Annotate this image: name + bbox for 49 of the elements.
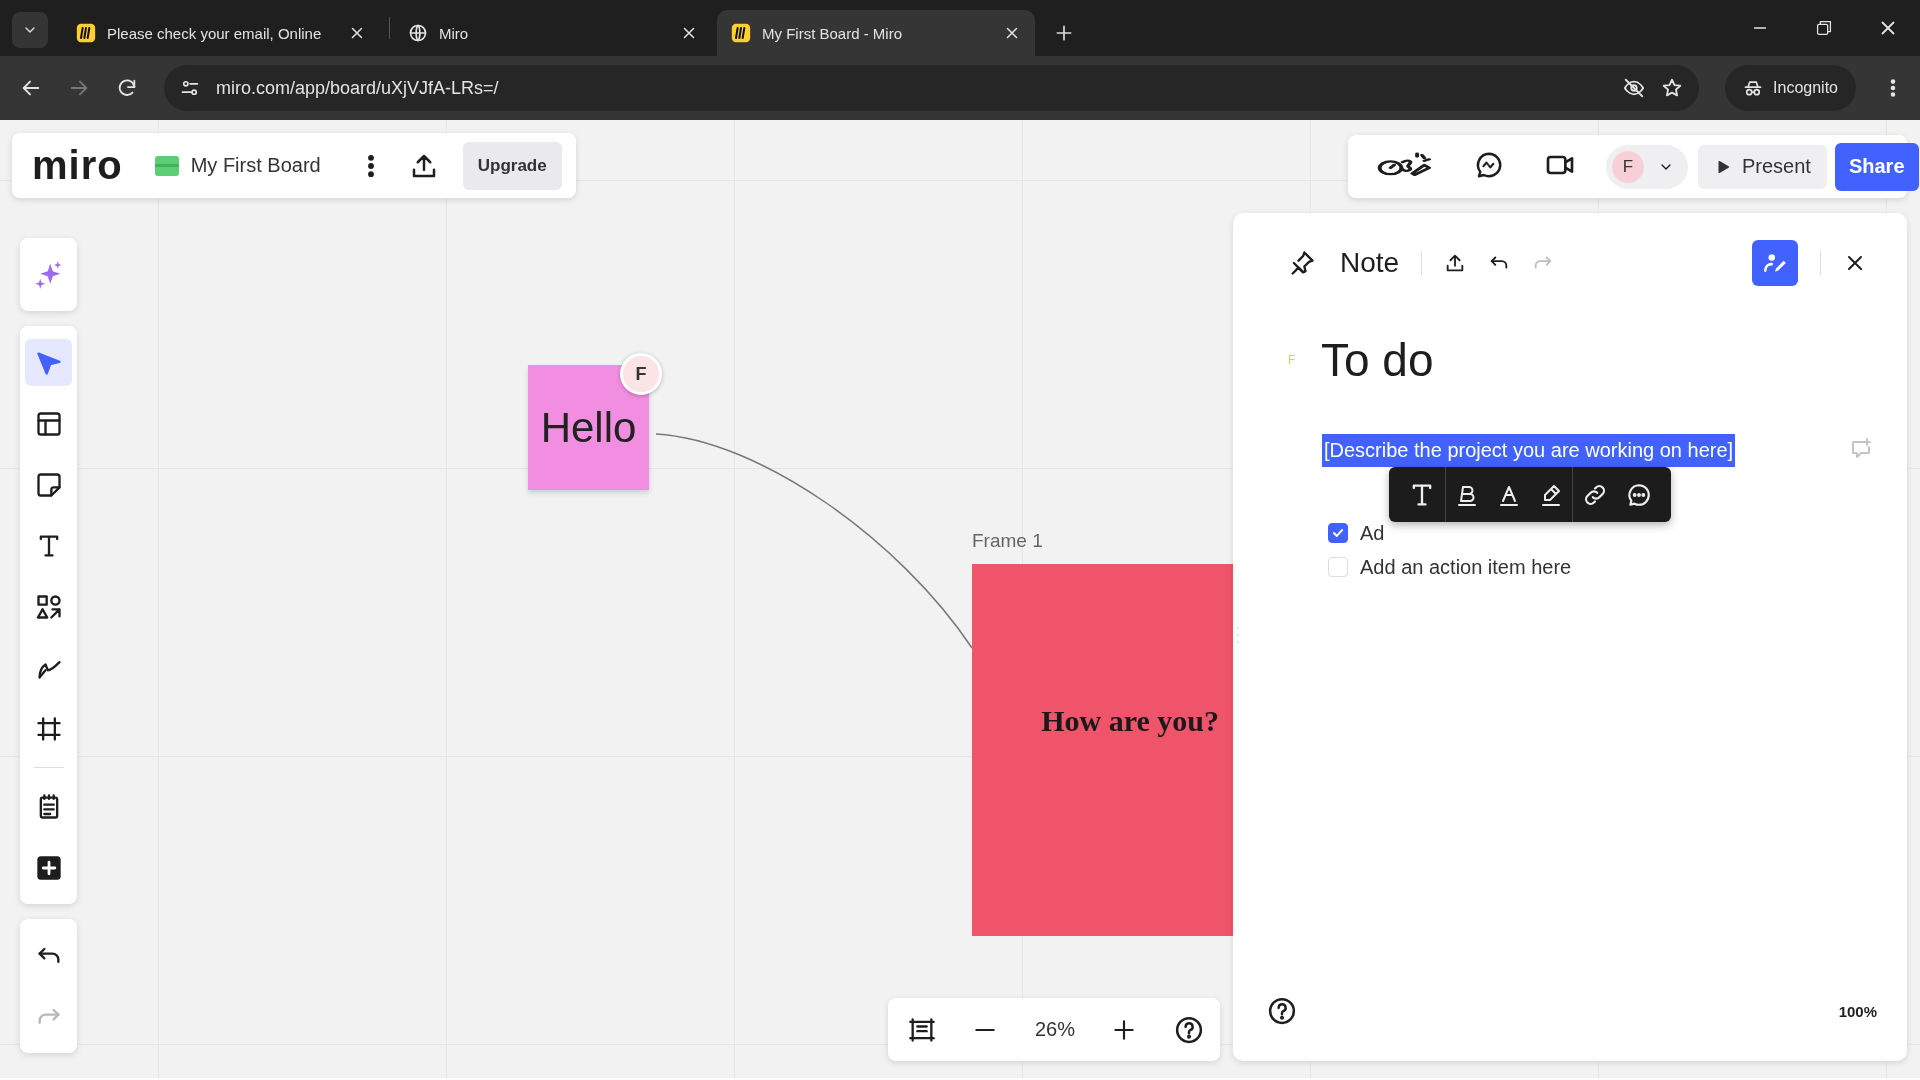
share-button[interactable]: Share: [1834, 142, 1919, 191]
tab-list-button[interactable]: [12, 12, 48, 48]
help-icon[interactable]: [1173, 1014, 1204, 1045]
present-button[interactable]: Present: [1698, 144, 1827, 189]
eye-off-icon[interactable]: [1623, 77, 1646, 99]
upgrade-button[interactable]: Upgrade: [462, 141, 562, 190]
layout-icon: [34, 409, 63, 438]
plus-icon[interactable]: [1054, 23, 1074, 43]
address-bar[interactable]: miro.com/app/board/uXjVJfA-LRs=/: [164, 65, 1700, 111]
add-icon[interactable]: [34, 853, 63, 882]
globe-icon: [408, 23, 428, 43]
checkbox[interactable]: [1328, 523, 1348, 543]
checkmark-icon: [1331, 526, 1345, 540]
incognito-button[interactable]: Incognito: [1725, 65, 1856, 111]
shapes-icon: [34, 592, 63, 621]
panel-title: Note: [1340, 247, 1400, 279]
browser-tab[interactable]: Please check your email, Online: [62, 10, 380, 56]
highlighter-icon[interactable]: [1539, 482, 1563, 507]
pin-icon[interactable]: [1288, 249, 1316, 277]
sticky-note-icon: [34, 470, 63, 499]
miro-favicon-icon: [731, 23, 751, 43]
checklist-item[interactable]: Ad: [1360, 521, 1385, 545]
browser-tab[interactable]: Miro: [394, 10, 712, 56]
zoom-level[interactable]: 100%: [1838, 1002, 1877, 1020]
site-settings-icon[interactable]: [180, 78, 200, 98]
selected-text[interactable]: [Describe the project you are working on here]: [1322, 434, 1736, 467]
author-initial: F: [1288, 353, 1297, 367]
comment-icon[interactable]: [1626, 481, 1652, 508]
frame[interactable]: How are you?: [972, 564, 1233, 936]
miro-logo[interactable]: miro: [32, 143, 123, 188]
browser-tab[interactable]: My First Board - Miro: [717, 10, 1035, 56]
frame-text: How are you?: [1041, 704, 1219, 738]
star-icon[interactable]: [1661, 77, 1684, 99]
avatar: F: [620, 353, 662, 395]
zoom-level[interactable]: 26%: [1034, 1018, 1075, 1041]
incognito-icon: [1743, 78, 1764, 98]
help-icon[interactable]: [1267, 996, 1297, 1026]
avatar: F: [1612, 150, 1644, 183]
collaborate-button[interactable]: [1752, 240, 1798, 286]
miro-favicon-icon: [76, 23, 96, 43]
frame-title[interactable]: Frame 1: [972, 530, 1043, 552]
board-icon: [154, 155, 179, 176]
checklist-item[interactable]: Add an action item here: [1360, 555, 1572, 579]
board-name[interactable]: My First Board: [190, 154, 321, 177]
frame-icon: [34, 714, 63, 743]
note-heading[interactable]: To do: [1321, 333, 1434, 387]
reload-icon[interactable]: [116, 77, 138, 99]
fit-frame-icon[interactable]: [908, 1015, 936, 1044]
collaborators-button[interactable]: F: [1606, 144, 1688, 189]
